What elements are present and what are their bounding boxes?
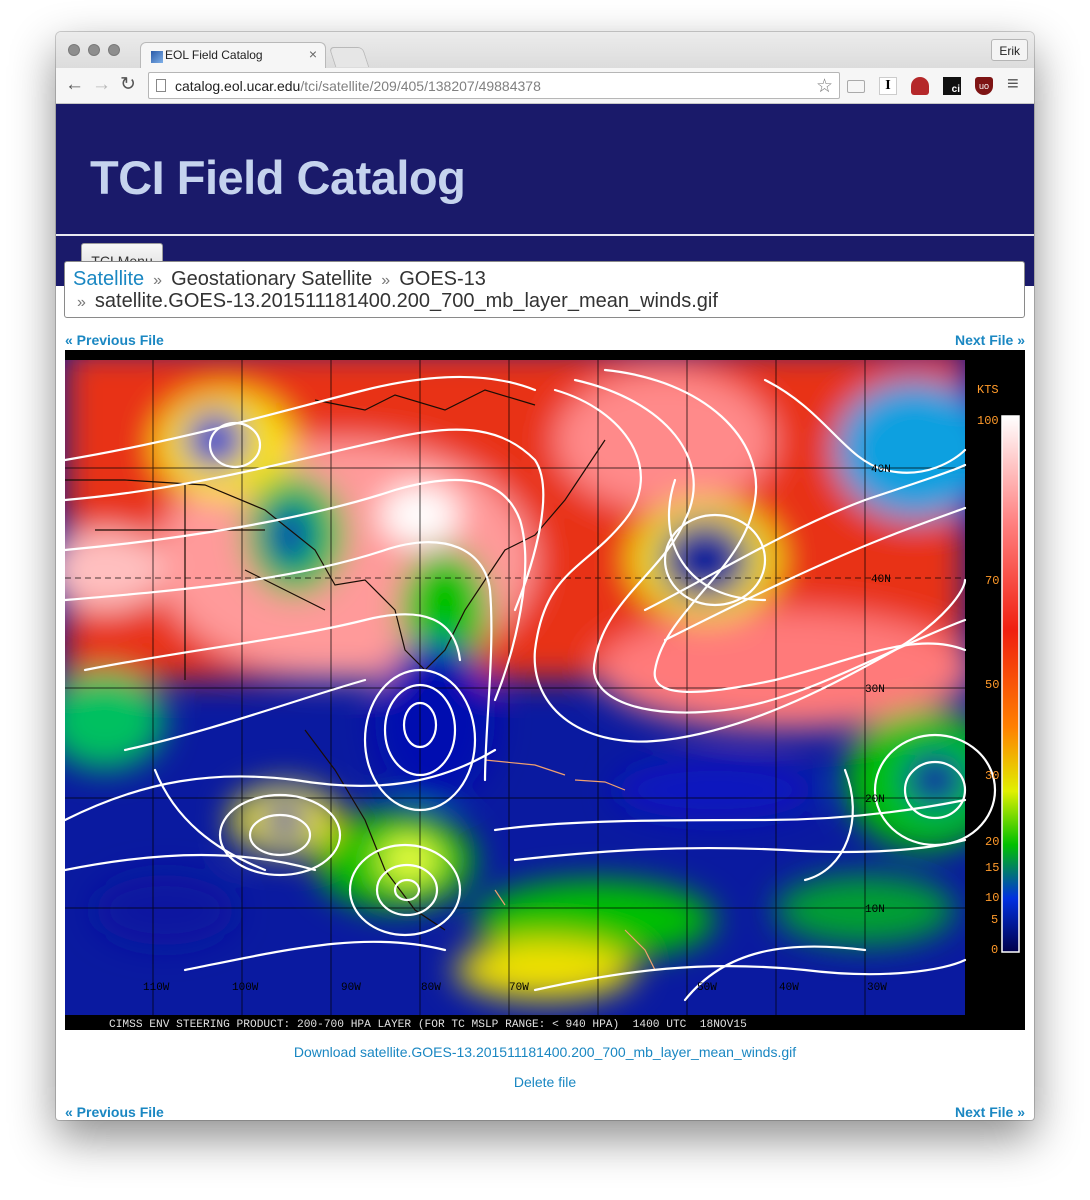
forward-icon[interactable]: → [92, 75, 111, 95]
lon-label: 110W [143, 982, 170, 994]
lon-label: 70W [509, 982, 529, 994]
speed-scale: KTS 100 70 50 30 20 15 10 5 0 [977, 383, 1020, 957]
site-header: TCI Field Catalog [56, 104, 1034, 234]
browser-toolbar: ← → ↻ catalog.eol.ucar.edu/tci/satellite… [56, 68, 1034, 104]
mail-icon[interactable] [847, 80, 865, 93]
delete-file-link[interactable]: Delete file [56, 1074, 1034, 1090]
tab-strip: EOL Field Catalog × Erik [56, 32, 1034, 68]
scale-label: 5 [991, 913, 998, 927]
close-window-button[interactable] [68, 44, 80, 56]
breadcrumb-current-file: satellite.GOES-13.201511181400.200_700_m… [94, 290, 718, 312]
ublock-icon[interactable]: uo [975, 77, 993, 95]
next-file-link-bottom[interactable]: Next File » [955, 1104, 1025, 1120]
next-file-link[interactable]: Next File » [955, 332, 1025, 348]
breadcrumb-sep: » [77, 294, 86, 311]
scale-label: 20 [985, 835, 999, 849]
browser-tab[interactable]: EOL Field Catalog × [140, 42, 326, 68]
breadcrumb-file-line: » satellite.GOES-13.201511181400.200_700_… [77, 290, 718, 313]
breadcrumb-sep: » [381, 272, 391, 289]
scale-bar [1001, 415, 1020, 953]
tab-close-icon[interactable]: × [309, 46, 317, 62]
minimize-window-button[interactable] [88, 44, 100, 56]
profile-button[interactable]: Erik [991, 39, 1028, 61]
previous-file-link[interactable]: « Previous File [65, 332, 164, 348]
ci-extension-icon[interactable]: ci [943, 77, 961, 95]
lon-label: 90W [341, 982, 361, 994]
page-icon [156, 79, 166, 92]
couch-icon[interactable] [911, 77, 929, 95]
favicon-icon [151, 51, 163, 63]
breadcrumb-sep: » [153, 272, 163, 289]
scale-label: 15 [985, 861, 999, 875]
scale-label: 10 [985, 891, 999, 905]
site-title: TCI Field Catalog [90, 151, 466, 204]
breadcrumb: Satellite » Geostationary Satellite » GOES-1… [64, 261, 1025, 318]
lon-label: 30W [867, 982, 887, 994]
url-text: catalog.eol.ucar.edu/tci/satellite/209/4… [175, 78, 541, 94]
browser-window: EOL Field Catalog × Erik ← → ↻ catalog.e… [56, 32, 1034, 1120]
scale-label: 50 [985, 678, 999, 692]
lat-label: 40N [871, 464, 891, 476]
scale-unit: KTS [977, 383, 999, 397]
lat-label: 20N [865, 794, 885, 806]
lat-label: 40N [871, 574, 891, 586]
download-link[interactable]: Download satellite.GOES-13.201511181400.… [56, 1044, 1034, 1060]
breadcrumb-item: Geostationary Satellite [171, 268, 373, 290]
new-tab-button[interactable] [328, 47, 370, 67]
breadcrumb-item: GOES-13 [399, 268, 486, 290]
breadcrumb-line: Satellite » Geostationary Satellite » GOES-1… [73, 268, 486, 291]
scale-label: 70 [985, 574, 999, 588]
wind-map-graphic: 40N 40N 30N 20N 10N 110W 100W 90W 80W 70… [65, 360, 1020, 1030]
tab-title: EOL Field Catalog [165, 48, 263, 62]
lat-label: 30N [865, 684, 885, 696]
scale-label: 0 [991, 943, 998, 957]
instapaper-icon[interactable]: I [879, 77, 897, 95]
back-icon[interactable]: ← [65, 75, 84, 95]
previous-file-link-bottom[interactable]: « Previous File [65, 1104, 164, 1120]
zoom-window-button[interactable] [108, 44, 120, 56]
lon-label: 80W [421, 982, 441, 994]
image-caption: CIMSS ENV STEERING PRODUCT: 200-700 HPA … [109, 1019, 747, 1030]
bookmark-star-icon[interactable]: ☆ [816, 75, 833, 98]
lon-label: 50W [697, 982, 717, 994]
breadcrumb-satellite-link[interactable]: Satellite [73, 268, 144, 290]
scale-label: 100 [977, 414, 999, 428]
satellite-image: 40N 40N 30N 20N 10N 110W 100W 90W 80W 70… [65, 350, 1025, 1030]
reload-icon[interactable]: ↻ [120, 75, 136, 95]
lat-label: 10N [865, 904, 885, 916]
lon-label: 40W [779, 982, 799, 994]
wind-speed-field [65, 360, 965, 1015]
lon-label: 100W [232, 982, 259, 994]
address-bar[interactable]: catalog.eol.ucar.edu/tci/satellite/209/4… [148, 72, 840, 99]
scale-label: 30 [985, 769, 999, 783]
menu-icon[interactable]: ≡ [1007, 74, 1019, 94]
